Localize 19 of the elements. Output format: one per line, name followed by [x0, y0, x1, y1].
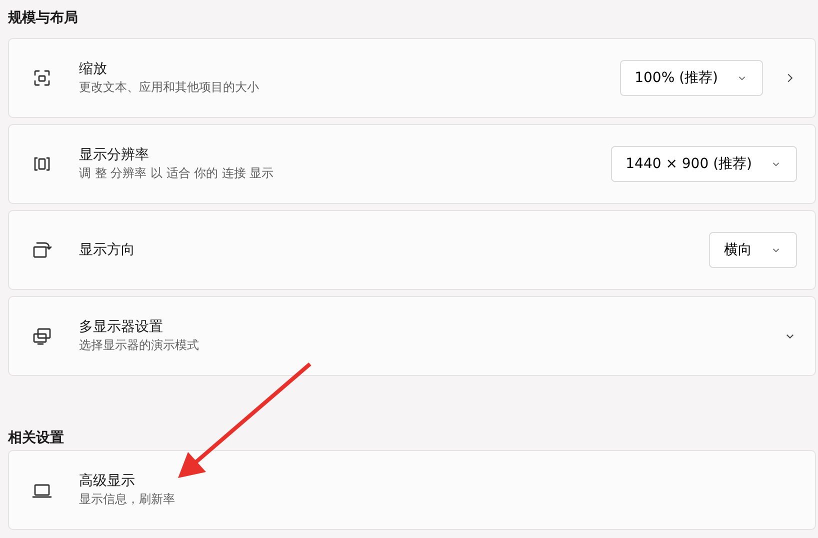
- setting-description: 调 整 分辨率 以 适合 你的 连接 显示: [79, 165, 275, 182]
- setting-title: 显示分辨率: [79, 146, 150, 165]
- setting-description: 选择显示器的演示模式: [79, 337, 200, 354]
- settings-card[interactable]: 高级显示 显示信息，刷新率: [8, 450, 816, 530]
- setting-description: 显示信息，刷新率: [79, 491, 176, 508]
- dropdown[interactable]: 横向: [709, 232, 797, 268]
- settings-card[interactable]: 显示方向 横向: [8, 210, 816, 290]
- section-heading: 相关设置: [6, 429, 65, 448]
- settings-card[interactable]: 显示分辨率 调 整 分辨率 以 适合 你的 连接 显示 1440 × 900 (推荐): [8, 124, 816, 204]
- setting-title: 缩放: [79, 60, 108, 79]
- settings-card[interactable]: 缩放 更改文本、应用和其他项目的大小 100% (推荐): [8, 38, 816, 118]
- dropdown[interactable]: 100% (推荐): [620, 60, 763, 96]
- dropdown[interactable]: 1440 × 900 (推荐): [610, 146, 797, 182]
- setting-title: 多显示器设置: [79, 318, 164, 337]
- setting-description: 更改文本、应用和其他项目的大小: [79, 79, 260, 96]
- setting-title: 高级显示: [79, 472, 136, 491]
- section-heading: 规模与布局: [6, 9, 79, 28]
- setting-title: 显示方向: [79, 240, 136, 260]
- settings-card[interactable]: 多显示器设置 选择显示器的演示模式: [8, 296, 816, 376]
